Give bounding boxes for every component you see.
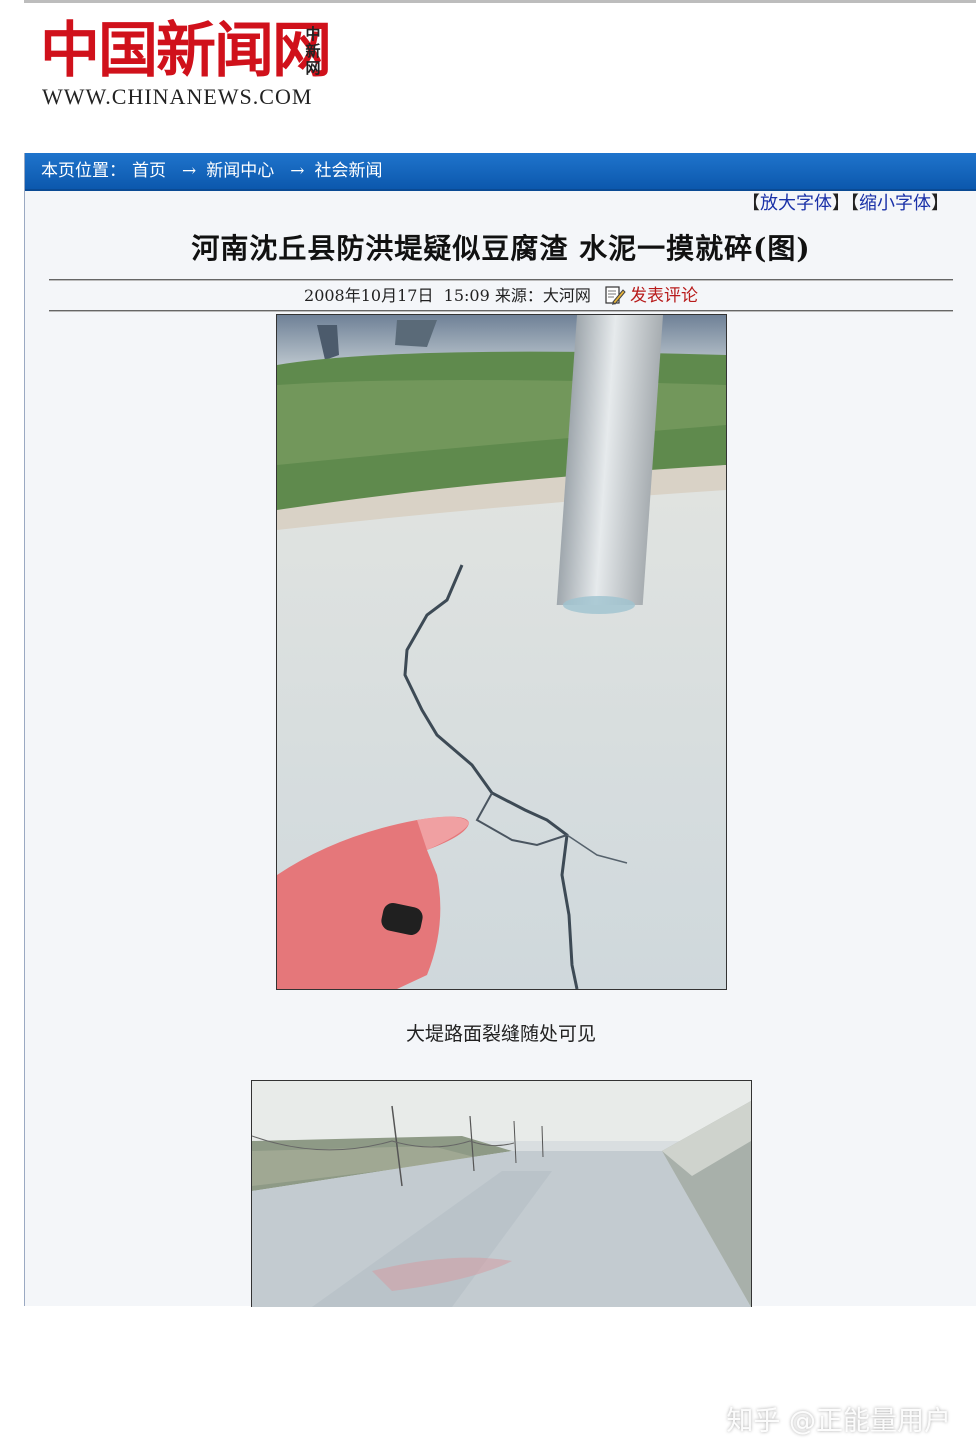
divider — [49, 279, 953, 281]
crack-photo-illustration — [277, 315, 726, 989]
article-photo-dike-road — [251, 1080, 752, 1307]
article-source: 大河网 — [542, 286, 591, 305]
top-border — [24, 0, 976, 3]
post-comment-link[interactable]: 发表评论 — [630, 286, 698, 306]
edit-comment-icon[interactable] — [604, 285, 626, 305]
zhihu-watermark: 知乎 @正能量用户 — [726, 1406, 951, 1437]
breadcrumb-social-news[interactable]: 社会新闻 — [315, 161, 383, 181]
breadcrumb-prefix: 本页位置： — [41, 161, 126, 181]
article-photo-crack — [276, 314, 727, 990]
article-title: 河南沈丘县防洪堤疑似豆腐渣 水泥一摸就碎(图) — [191, 232, 811, 265]
breadcrumb-arrow-icon: → — [290, 161, 305, 181]
breadcrumb-arrow-icon: → — [182, 161, 197, 181]
article-time: 15:09 — [443, 286, 490, 305]
article-date: 2008年10月17日 — [304, 286, 434, 305]
article-meta: 2008年10月17日 15:09 来源：大河网 发表评论 — [25, 282, 976, 310]
breadcrumb-home[interactable]: 首页 — [132, 161, 166, 181]
photo-caption: 大堤路面裂缝随处可见 — [405, 1023, 596, 1045]
logo-english-text: WWW.CHINANEWS.COM — [42, 84, 313, 109]
chinanews-logo[interactable]: 中国新闻网 中新网 WWW.CHINANEWS.COM — [36, 14, 336, 114]
dike-photo-illustration — [252, 1081, 751, 1307]
source-label: 来源： — [494, 286, 543, 305]
font-size-tools: 【放大字体】【缩小字体】 — [742, 193, 949, 214]
shrink-font-link[interactable]: 缩小字体 — [859, 193, 931, 214]
breadcrumb-news-center[interactable]: 新闻中心 — [206, 161, 274, 181]
article-frame: 本页位置： 首页 → 新闻中心 → 社会新闻 【放大字体】【缩小字体】 河南沈丘县防洪堤疑… — [24, 153, 976, 1437]
breadcrumb: 本页位置： 首页 → 新闻中心 → 社会新闻 — [25, 153, 976, 191]
enlarge-font-link[interactable]: 放大字体 — [760, 193, 832, 214]
divider — [49, 310, 953, 312]
logo-side-text: 中新网 — [305, 25, 321, 77]
logo-chinese-text: 中国新闻网 — [40, 16, 332, 86]
